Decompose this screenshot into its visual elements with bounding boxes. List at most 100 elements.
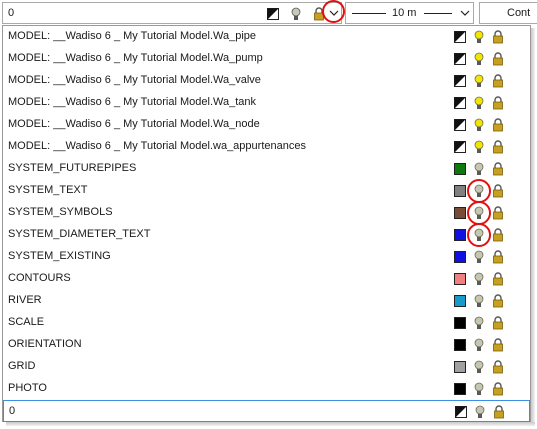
color-swatch-icon[interactable] — [265, 6, 281, 22]
padlock-icon[interactable] — [490, 95, 506, 111]
layer-name: SYSTEM_TEXT — [8, 184, 88, 196]
chevron-down-icon[interactable] — [460, 6, 470, 23]
lightbulb-icon[interactable] — [471, 293, 487, 309]
padlock-icon[interactable] — [490, 205, 506, 221]
color-swatch-icon[interactable] — [452, 183, 468, 199]
lightbulb-icon[interactable] — [471, 117, 487, 133]
color-swatch-icon[interactable] — [452, 139, 468, 155]
padlock-icon[interactable] — [490, 381, 506, 397]
layer-icons — [452, 117, 506, 133]
color-swatch-icon[interactable] — [452, 271, 468, 287]
lightbulb-icon[interactable] — [471, 337, 487, 353]
lightbulb-icon[interactable] — [467, 179, 491, 203]
color-swatch-icon[interactable] — [452, 205, 468, 221]
layer-row[interactable]: MODEL: __Wadiso 6 _ My Tutorial Model.Wa… — [3, 92, 530, 114]
layer-row[interactable]: CONTOURS — [3, 268, 530, 290]
layer-name: MODEL: __Wadiso 6 _ My Tutorial Model.Wa… — [8, 74, 261, 86]
layer-row[interactable]: RIVER — [3, 290, 530, 312]
line-width-combobox[interactable]: 10 m — [345, 2, 474, 24]
padlock-icon[interactable] — [490, 293, 506, 309]
lightbulb-icon[interactable] — [471, 381, 487, 397]
lightbulb-icon[interactable] — [288, 6, 304, 22]
lightbulb-icon[interactable] — [471, 161, 487, 177]
color-swatch-icon[interactable] — [452, 161, 468, 177]
cont-combobox[interactable]: Cont — [479, 2, 537, 24]
lightbulb-icon[interactable] — [471, 51, 487, 67]
lightbulb-icon[interactable] — [471, 315, 487, 331]
layer-icons — [452, 29, 506, 45]
lightbulb-icon[interactable] — [471, 139, 487, 155]
lightbulb-icon[interactable] — [471, 95, 487, 111]
padlock-icon[interactable] — [490, 117, 506, 133]
padlock-icon[interactable] — [490, 73, 506, 89]
color-swatch-icon[interactable] — [452, 293, 468, 309]
layer-name: MODEL: __Wadiso 6 _ My Tutorial Model.wa… — [8, 140, 306, 152]
line-width-value: 10 m — [392, 7, 417, 19]
layer-row[interactable]: MODEL: __Wadiso 6 _ My Tutorial Model.Wa… — [3, 48, 530, 70]
layer-icons — [452, 315, 506, 331]
color-swatch-icon[interactable] — [452, 51, 468, 67]
layer-icons — [452, 359, 506, 375]
color-swatch-icon[interactable] — [453, 404, 469, 420]
layer-row-selected[interactable]: 0 — [3, 400, 530, 422]
padlock-icon[interactable] — [490, 271, 506, 287]
layer-row[interactable]: SYSTEM_SYMBOLS — [3, 201, 530, 225]
layer-row[interactable]: SYSTEM_FUTUREPIPES — [3, 158, 530, 180]
lightbulb-icon[interactable] — [471, 29, 487, 45]
line-sample-right — [424, 13, 452, 14]
cont-label: Cont — [507, 7, 531, 19]
color-swatch-icon[interactable] — [452, 227, 468, 243]
layer-row[interactable]: SCALE — [3, 312, 530, 334]
color-swatch-icon[interactable] — [452, 337, 468, 353]
padlock-icon[interactable] — [490, 183, 506, 199]
layer-icons — [452, 249, 506, 265]
color-swatch-icon[interactable] — [452, 359, 468, 375]
layer-row[interactable]: MODEL: __Wadiso 6 _ My Tutorial Model.Wa… — [3, 26, 530, 48]
line-sample-left — [352, 13, 386, 14]
layer-row[interactable]: MODEL: __Wadiso 6 _ My Tutorial Model.wa… — [3, 136, 530, 158]
color-swatch-icon[interactable] — [452, 381, 468, 397]
color-swatch-icon[interactable] — [452, 73, 468, 89]
padlock-icon[interactable] — [490, 315, 506, 331]
layer-row[interactable]: GRID — [3, 356, 530, 378]
layer-name: SCALE — [8, 316, 45, 328]
padlock-icon[interactable] — [490, 249, 506, 265]
lightbulb-icon[interactable] — [471, 359, 487, 375]
lightbulb-icon[interactable] — [471, 249, 487, 265]
padlock-icon[interactable] — [490, 51, 506, 67]
layer-icons — [452, 201, 506, 225]
layer-name: MODEL: __Wadiso 6 _ My Tutorial Model.Wa… — [8, 118, 260, 130]
lightbulb-icon[interactable] — [467, 223, 491, 247]
color-swatch-icon[interactable] — [452, 315, 468, 331]
lightbulb-icon[interactable] — [471, 73, 487, 89]
layer-row[interactable]: PHOTO — [3, 378, 530, 400]
padlock-icon[interactable] — [490, 139, 506, 155]
layer-row[interactable]: SYSTEM_DIAMETER_TEXT — [3, 223, 530, 247]
layer-icons — [452, 223, 506, 247]
padlock-icon[interactable] — [490, 227, 506, 243]
padlock-icon[interactable] — [490, 29, 506, 45]
lightbulb-icon[interactable] — [471, 271, 487, 287]
lightbulb-icon[interactable] — [467, 201, 491, 225]
layer-row[interactable]: MODEL: __Wadiso 6 _ My Tutorial Model.Wa… — [3, 70, 530, 92]
padlock-icon[interactable] — [490, 359, 506, 375]
color-swatch-icon[interactable] — [452, 29, 468, 45]
layer-name: PHOTO — [8, 382, 47, 394]
lightbulb-icon[interactable] — [472, 404, 488, 420]
layer-dropdown-button[interactable] — [325, 3, 343, 23]
color-swatch-icon[interactable] — [452, 95, 468, 111]
layer-row[interactable]: MODEL: __Wadiso 6 _ My Tutorial Model.Wa… — [3, 114, 530, 136]
layer-combobox[interactable]: 0 — [2, 0, 345, 24]
padlock-icon[interactable] — [490, 161, 506, 177]
padlock-icon[interactable] — [491, 404, 507, 420]
color-swatch-icon[interactable] — [452, 249, 468, 265]
color-swatch-icon[interactable] — [452, 117, 468, 133]
layer-row[interactable]: SYSTEM_EXISTING — [3, 246, 530, 268]
layer-row[interactable]: SYSTEM_TEXT — [3, 179, 530, 203]
layer-row[interactable]: ORIENTATION — [3, 334, 530, 356]
list-shadow-bottom — [6, 422, 535, 426]
layer-name: MODEL: __Wadiso 6 _ My Tutorial Model.Wa… — [8, 96, 257, 108]
padlock-icon[interactable] — [490, 337, 506, 353]
layer-icons — [452, 293, 506, 309]
current-layer-icons — [265, 6, 327, 22]
